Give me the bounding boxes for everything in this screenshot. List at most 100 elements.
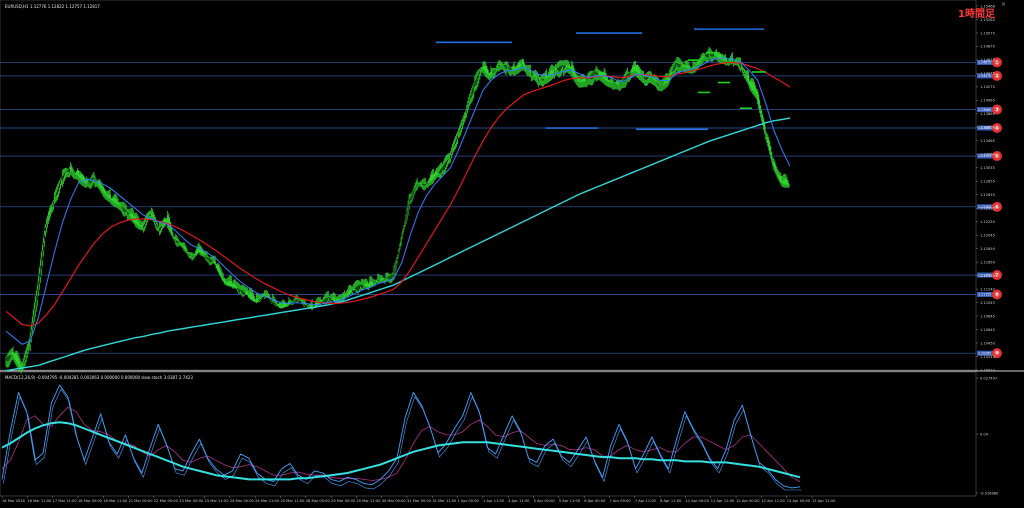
candle-body xyxy=(219,271,221,275)
candle-body xyxy=(42,242,45,252)
price-label: 1.10645 xyxy=(980,328,995,332)
candle-body xyxy=(99,183,101,187)
candle-body xyxy=(467,102,470,105)
candle-body xyxy=(220,274,222,277)
candle-body xyxy=(100,185,102,189)
candle-body xyxy=(617,83,620,85)
candle-body xyxy=(683,65,685,68)
candle-body xyxy=(44,226,47,232)
candle-body xyxy=(761,119,764,123)
candle-body xyxy=(334,299,337,302)
candle-body xyxy=(342,297,345,299)
candle-body xyxy=(45,224,48,228)
price-label: 1.13465 xyxy=(980,139,995,143)
candle-body xyxy=(403,226,405,228)
candle-body xyxy=(351,290,354,293)
candle-body xyxy=(266,295,269,297)
candle-body xyxy=(770,151,772,156)
time-label: 11 Apr 00:00 xyxy=(685,499,709,503)
candle-body xyxy=(154,221,157,225)
candle-body xyxy=(194,253,196,255)
candle-body xyxy=(69,167,72,170)
candle-body xyxy=(36,288,39,301)
candle-body xyxy=(758,105,761,110)
candle-body xyxy=(24,356,26,361)
candle-body xyxy=(763,126,766,132)
candle-body xyxy=(171,233,174,235)
price-label: 1.14675 xyxy=(980,58,995,62)
candle-body xyxy=(661,84,664,86)
candle-body xyxy=(202,250,204,255)
candle-body xyxy=(246,291,249,295)
level-marker-number: ③ xyxy=(994,107,999,114)
time-label: 12 Apr 11:00 xyxy=(761,499,785,503)
candle-body xyxy=(170,229,173,234)
candle-body xyxy=(396,258,398,262)
candle-body xyxy=(607,79,609,82)
candle-body xyxy=(181,243,183,245)
candle-body xyxy=(384,279,386,281)
level-marker-number: ⑥ xyxy=(994,204,999,211)
level-marker-number: ⑨ xyxy=(994,350,999,357)
price-label: 1.14475 xyxy=(980,72,995,76)
candle-body xyxy=(536,77,539,80)
candle-body xyxy=(76,170,79,176)
candle-body xyxy=(305,304,307,306)
candle-body xyxy=(19,364,21,367)
price-label: 1.12250 xyxy=(980,220,996,224)
candle-body xyxy=(769,146,771,151)
candle-body xyxy=(771,156,773,160)
price-axis: 1.154681.152651.150751.148701.146751.144… xyxy=(976,4,996,372)
candle-body xyxy=(346,294,349,296)
candle-body xyxy=(53,197,56,199)
candle-body xyxy=(695,65,697,67)
candle-body xyxy=(260,297,263,299)
candle-body xyxy=(203,253,205,255)
candle-body xyxy=(757,98,760,105)
price-label: 1.10845 xyxy=(980,314,995,318)
time-label: 24 Mar 00:00 xyxy=(230,499,255,503)
candle-body xyxy=(463,116,466,118)
candle-body xyxy=(670,72,672,75)
candle-body xyxy=(373,282,376,284)
candle-body xyxy=(496,66,498,67)
candle-body xyxy=(52,200,55,205)
timeframe-badge: 1時間足 xyxy=(958,7,996,20)
time-label: 5 Apr 00:00 xyxy=(534,499,556,503)
candle-body xyxy=(427,182,430,184)
candle-body xyxy=(523,63,526,67)
candle-body xyxy=(744,74,747,76)
candle-body xyxy=(701,58,703,60)
time-label: 28 Mar 00:00 xyxy=(306,499,331,503)
candle-body xyxy=(460,125,463,129)
candle-body xyxy=(43,234,46,242)
sub-price-label: -0.016080 xyxy=(980,491,999,495)
level-marker-number: ⑤ xyxy=(994,153,999,160)
candle-body xyxy=(287,305,289,307)
candle-body xyxy=(764,134,767,136)
time-label: 7 Apr 00:00 xyxy=(610,499,632,503)
candle-body xyxy=(459,128,462,132)
candle-body xyxy=(465,110,468,114)
candle-body xyxy=(116,201,118,205)
candle-body xyxy=(193,254,195,257)
time-label: 1 Apr 11:00 xyxy=(483,499,505,503)
candle-body xyxy=(574,74,576,77)
price-label: 1.12855 xyxy=(980,180,995,184)
price-label: 1.11240 xyxy=(980,287,996,291)
candle-body xyxy=(742,70,745,72)
candle-body xyxy=(741,67,744,69)
price-label: 1.11850 xyxy=(980,247,996,251)
candle-body xyxy=(41,250,44,261)
level-marker-number: ④ xyxy=(994,125,999,132)
candle-body xyxy=(63,172,66,176)
candle-body xyxy=(696,64,698,66)
candle-body xyxy=(464,113,467,115)
price-label: 1.11445 xyxy=(980,274,995,278)
candle-body xyxy=(494,69,496,72)
candle-body xyxy=(610,80,612,83)
candle-body xyxy=(462,119,465,121)
close-icon[interactable]: × xyxy=(1001,1,1006,8)
candle-body xyxy=(150,213,153,215)
time-label: 29 Mar 11:00 xyxy=(356,499,381,503)
